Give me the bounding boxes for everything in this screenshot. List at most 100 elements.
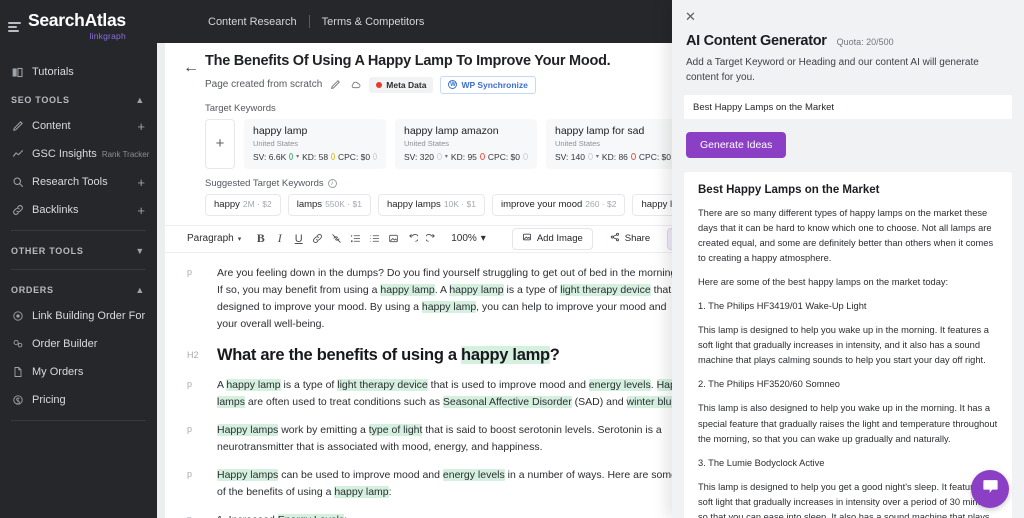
target-icon <box>11 310 24 323</box>
keyword-highlight: light therapy device <box>337 379 428 392</box>
sidebar-section-other-tools[interactable]: OTHER TOOLS ▼ <box>0 237 157 263</box>
keyword-card[interactable]: happy lamp United States SV: 6.6K ▾ KD: … <box>244 118 386 169</box>
keyword-card[interactable]: happy lamp for sad United States SV: 140… <box>546 118 688 169</box>
keyword-cpc: CPC: $0 <box>487 151 521 162</box>
sidebar-item-content[interactable]: Content + <box>0 112 157 140</box>
text-run: that is used to improve mood and <box>427 379 589 392</box>
ai-result-card[interactable]: Best Happy Lamps on the Market There are… <box>684 172 1012 518</box>
keyword-card[interactable]: happy lamp amazon United States SV: 320 … <box>395 118 537 169</box>
ai-result-paragraph: Here are some of the best happy lamps on… <box>698 277 949 288</box>
bold-button[interactable]: B <box>251 229 270 248</box>
block-style-label: Paragraph <box>187 233 234 245</box>
suggested-keyword-chip[interactable]: improve your mood 260 · $2 <box>491 193 626 216</box>
sidebar-item-label: Order Builder <box>32 338 98 350</box>
link-icon[interactable] <box>308 229 327 248</box>
section-title: ORDERS <box>11 285 54 295</box>
suggested-keyword-chip[interactable]: lamps 550K · $1 <box>287 193 371 216</box>
sidebar-item-order-builder[interactable]: Order Builder <box>0 330 157 358</box>
back-arrow-icon[interactable]: ← <box>183 51 199 76</box>
block-style-select[interactable]: Paragraph ▾ <box>187 233 241 244</box>
brand-logo[interactable]: SearchAtlas linkgraph <box>28 11 126 40</box>
tab-terms-competitors[interactable]: Terms & Competitors <box>310 16 437 28</box>
keyword-highlight: happy lamp <box>421 300 477 313</box>
cloud-sync-icon[interactable] <box>349 78 362 91</box>
chart-line-icon <box>11 148 24 161</box>
generate-ideas-button[interactable]: Generate Ideas <box>686 132 787 158</box>
underline-button[interactable]: U <box>289 229 308 248</box>
sidebar-divider-1 <box>11 230 146 231</box>
plus-icon[interactable]: + <box>137 120 145 133</box>
close-icon[interactable]: ✕ <box>672 0 696 25</box>
ai-result-paragraph: 1. The Philips HF3419/01 Wake-Up Light <box>698 301 867 312</box>
chip-metrics: 260 · $2 <box>585 199 617 210</box>
chip-term: improve your mood <box>500 199 583 211</box>
caret-down-icon: ▾ <box>480 233 486 245</box>
paragraph-text[interactable]: A happy lamp is a type of light therapy … <box>217 377 687 411</box>
share-icon <box>610 232 620 245</box>
info-icon[interactable]: i <box>327 178 337 188</box>
keyword-cpc: CPC: $0 <box>638 151 672 162</box>
text-run: : <box>388 486 392 499</box>
suggested-keyword-chip[interactable]: happy lamps 10K · $1 <box>377 193 485 216</box>
add-image-button[interactable]: Add Image <box>511 227 593 250</box>
sidebar-section-orders[interactable]: ORDERS ▲ <box>0 276 157 302</box>
hamburger-menu-icon[interactable] <box>8 20 21 32</box>
share-button[interactable]: Share <box>599 227 661 250</box>
add-keyword-button[interactable]: + <box>205 118 235 169</box>
dollar-icon <box>11 394 24 407</box>
plus-icon[interactable]: + <box>137 176 145 189</box>
sidebar-item-gsc-insights[interactable]: GSC Insights Rank Tracker + <box>0 140 157 168</box>
sidebar-item-tutorials[interactable]: Tutorials <box>0 58 157 86</box>
block-tag-label: p <box>187 266 193 277</box>
ai-result-body: There are so many different types of hap… <box>698 206 998 518</box>
block-tag-label: p <box>187 469 193 480</box>
paragraph-text[interactable]: Happy lamps work by emitting a type of l… <box>217 422 687 456</box>
sidebar-item-backlinks[interactable]: Backlinks + <box>0 196 157 224</box>
text-run: . A <box>434 283 450 296</box>
bullet-list-icon[interactable] <box>365 229 384 248</box>
quota-label: Quota: 20/500 <box>836 37 894 47</box>
edit-pencil-icon[interactable] <box>329 78 342 91</box>
keyword-kd: KD: 86 <box>601 151 628 162</box>
paragraph-text[interactable]: 1. Increased Energy Levels: <box>217 512 687 518</box>
plus-icon[interactable]: + <box>137 204 145 217</box>
suggested-keywords-text: Suggested Target Keywords <box>205 177 324 189</box>
kd-ring-icon <box>479 153 485 161</box>
text-run: are often used to treat conditions such … <box>245 396 443 409</box>
tab-content-research[interactable]: Content Research <box>196 16 309 28</box>
keyword-highlight: type of light <box>368 424 423 437</box>
wp-synchronize-label: WP Synchronize <box>461 79 528 90</box>
sidebar-item-my-orders[interactable]: My Orders <box>0 358 157 386</box>
chat-support-button[interactable] <box>971 470 1009 508</box>
italic-button[interactable]: I <box>270 229 289 248</box>
sidebar-item-research-tools[interactable]: Research Tools + <box>0 168 157 196</box>
sidebar-item-link-building-order-form[interactable]: Link Building Order Form <box>0 302 157 330</box>
ordered-list-icon[interactable] <box>346 229 365 248</box>
ai-panel-subtitle: Add a Target Keyword or Heading and our … <box>686 57 979 83</box>
keyword-cpc: CPC: $0 <box>338 151 371 162</box>
redo-icon[interactable] <box>422 229 441 248</box>
sidebar-item-label: Tutorials <box>32 66 74 78</box>
pencil-icon <box>11 120 24 133</box>
sidebar-section-seo-tools[interactable]: SEO TOOLS ▲ <box>0 86 157 112</box>
paragraph-text[interactable]: Are you feeling down in the dumps? Do yo… <box>217 265 687 333</box>
undo-icon[interactable] <box>403 229 422 248</box>
insert-image-icon[interactable] <box>384 229 403 248</box>
suggested-keyword-chip[interactable]: happy 2M · $2 <box>205 193 281 216</box>
keyword-highlight: happy lamp <box>461 345 550 364</box>
meta-data-badge[interactable]: Meta Data <box>369 76 434 93</box>
sidebar: SearchAtlas linkgraph Tutorials SEO TOOL… <box>0 0 157 518</box>
keyword-name: happy lamp <box>253 124 308 137</box>
keyword-highlight: energy levels <box>442 469 505 482</box>
zoom-select[interactable]: 100% ▾ <box>451 233 486 244</box>
keyword-sv: SV: 6.6K <box>253 151 287 162</box>
wp-synchronize-badge[interactable]: W WP Synchronize <box>440 75 536 94</box>
ai-keyword-input[interactable]: Best Happy Lamps on the Market <box>684 95 1012 119</box>
sidebar-item-pricing[interactable]: Pricing <box>0 386 157 414</box>
sv-ring-icon <box>289 153 294 161</box>
paragraph-text[interactable]: Happy lamps can be used to improve mood … <box>217 467 687 501</box>
heading-text[interactable]: What are the benefits of using a happy l… <box>217 344 687 366</box>
keyword-highlight: happy lamp <box>334 486 389 499</box>
unlink-icon[interactable] <box>327 229 346 248</box>
ai-result-paragraph: 3. The Lumie Bodyclock Active <box>698 457 825 468</box>
